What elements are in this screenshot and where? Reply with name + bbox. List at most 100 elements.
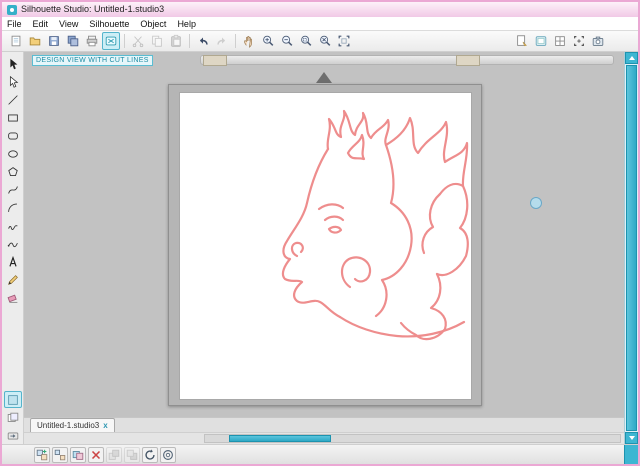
horse-design[interactable] bbox=[180, 93, 471, 399]
scroll-up-button[interactable] bbox=[625, 52, 638, 64]
toolbar-separator bbox=[189, 34, 190, 48]
design-page[interactable] bbox=[179, 92, 472, 400]
zoom-in-button[interactable] bbox=[259, 32, 277, 50]
drag-zoom-button[interactable] bbox=[316, 32, 334, 50]
horizontal-scroll-track[interactable] bbox=[204, 434, 621, 443]
undo-button[interactable] bbox=[194, 32, 212, 50]
camera-icon bbox=[592, 36, 604, 46]
polygon-tool[interactable] bbox=[4, 163, 22, 180]
document-tab[interactable]: Untitled-1.studio3 x bbox=[30, 418, 115, 432]
menu-object[interactable]: Object bbox=[140, 19, 166, 29]
redo-button[interactable] bbox=[213, 32, 231, 50]
cutter-icon bbox=[105, 36, 117, 46]
bottom-toolbar-icons bbox=[34, 446, 176, 463]
pencil-icon bbox=[7, 274, 18, 285]
document-tab-label: Untitled-1.studio3 bbox=[37, 421, 100, 430]
vertical-scrollbar bbox=[624, 52, 638, 444]
grid-icon bbox=[555, 36, 565, 46]
zoom-out-icon bbox=[282, 35, 293, 46]
menu-edit[interactable]: Edit bbox=[33, 19, 49, 29]
cutting-mat-settings-button[interactable] bbox=[532, 32, 550, 50]
curve-tool[interactable] bbox=[4, 181, 22, 198]
cutting-mat bbox=[168, 84, 482, 406]
horizontal-scroll-thumb[interactable] bbox=[229, 435, 331, 442]
open-button[interactable] bbox=[26, 32, 44, 50]
down-arrow-icon bbox=[628, 436, 635, 440]
group-button[interactable] bbox=[34, 446, 50, 463]
menu-bar: File Edit View Silhouette Object Help bbox=[2, 17, 638, 31]
eraser-tool[interactable] bbox=[4, 289, 22, 306]
print-button[interactable] bbox=[83, 32, 101, 50]
main-toolbar bbox=[2, 31, 638, 52]
design-page-settings-button[interactable] bbox=[513, 32, 531, 50]
copy-icon bbox=[152, 35, 162, 47]
document-tab-bar: Untitled-1.studio3 x bbox=[24, 417, 624, 432]
app-window: Silhouette Studio: Untitled-1.studio3 Fi… bbox=[0, 0, 640, 466]
duplicate-icon bbox=[72, 450, 84, 460]
zoom-in-icon bbox=[263, 35, 274, 46]
scissors-icon bbox=[132, 36, 144, 48]
scroll-down-button[interactable] bbox=[625, 432, 638, 444]
freehand-tool[interactable] bbox=[4, 217, 22, 234]
rotate-button[interactable] bbox=[142, 446, 158, 463]
vertical-scroll-thumb[interactable] bbox=[626, 65, 637, 431]
close-tab-icon[interactable]: x bbox=[103, 421, 107, 430]
printer-icon bbox=[86, 35, 98, 47]
library-button[interactable] bbox=[4, 409, 22, 426]
main-area: DESIGN VIEW WITH CUT LINES Untitled-1.st… bbox=[2, 52, 638, 444]
hand-icon bbox=[244, 36, 252, 48]
send-to-silhouette-button[interactable] bbox=[102, 32, 120, 50]
cut-button[interactable] bbox=[129, 32, 147, 50]
paste-button[interactable] bbox=[167, 32, 185, 50]
send-icon bbox=[7, 432, 18, 439]
line-tool[interactable] bbox=[4, 91, 22, 108]
registration-marks-button[interactable] bbox=[570, 32, 588, 50]
zoom-drag-icon bbox=[320, 35, 331, 46]
title-bar[interactable]: Silhouette Studio: Untitled-1.studio3 bbox=[2, 2, 638, 17]
roller-notch bbox=[456, 55, 480, 66]
paste-icon bbox=[171, 34, 181, 47]
menu-silhouette[interactable]: Silhouette bbox=[89, 19, 129, 29]
ungroup-button[interactable] bbox=[52, 446, 68, 463]
grid-settings-button[interactable] bbox=[551, 32, 569, 50]
send-panel-button[interactable] bbox=[4, 427, 22, 444]
bring-to-front-button[interactable] bbox=[106, 446, 122, 463]
duplicate-button[interactable] bbox=[70, 446, 86, 463]
pixscan-button[interactable] bbox=[589, 32, 607, 50]
center-column: DESIGN VIEW WITH CUT LINES Untitled-1.st… bbox=[24, 52, 624, 444]
arc-tool[interactable] bbox=[4, 199, 22, 216]
rectangle-tool[interactable] bbox=[4, 109, 22, 126]
design-canvas[interactable]: DESIGN VIEW WITH CUT LINES bbox=[24, 52, 624, 417]
select-tool[interactable] bbox=[4, 55, 22, 72]
edit-points-tool[interactable] bbox=[4, 73, 22, 90]
polygon-icon bbox=[7, 166, 18, 176]
roller-notch bbox=[203, 55, 227, 66]
menu-file[interactable]: File bbox=[7, 19, 22, 29]
floppy-icon bbox=[49, 36, 59, 46]
zoom-out-button[interactable] bbox=[278, 32, 296, 50]
backward-icon bbox=[126, 449, 138, 460]
new-document-button[interactable] bbox=[7, 32, 25, 50]
ellipse-tool[interactable] bbox=[4, 145, 22, 162]
draw-notes-tool[interactable] bbox=[4, 271, 22, 288]
weld-button[interactable] bbox=[160, 446, 176, 463]
delete-button[interactable] bbox=[88, 446, 104, 463]
mat-orientation-arrow-icon bbox=[316, 72, 332, 83]
fill-panel-button[interactable] bbox=[3, 391, 22, 408]
floppy2-icon bbox=[67, 35, 79, 47]
copy-button[interactable] bbox=[148, 32, 166, 50]
menu-help[interactable]: Help bbox=[177, 19, 196, 29]
fit-to-window-button[interactable] bbox=[335, 32, 353, 50]
save-as-button[interactable] bbox=[64, 32, 82, 50]
textA-icon bbox=[8, 255, 17, 267]
pan-button[interactable] bbox=[240, 32, 258, 50]
zoom-selection-button[interactable] bbox=[297, 32, 315, 50]
rounded-rectangle-tool[interactable] bbox=[4, 127, 22, 144]
smooth-freehand-tool[interactable] bbox=[4, 235, 22, 252]
menu-view[interactable]: View bbox=[59, 19, 78, 29]
text-tool[interactable] bbox=[4, 253, 22, 270]
arrow-icon bbox=[9, 58, 17, 69]
send-to-back-button[interactable] bbox=[124, 446, 140, 463]
save-button[interactable] bbox=[45, 32, 63, 50]
app-logo-icon bbox=[7, 4, 17, 15]
